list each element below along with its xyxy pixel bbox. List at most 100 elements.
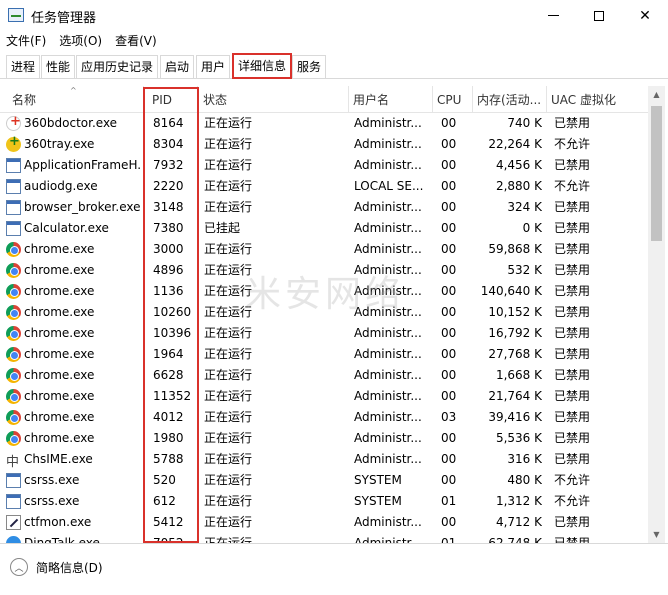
table-row[interactable]: chrome.exe 1136 正在运行 Administr... 00 140,640 … (0, 281, 648, 302)
process-status: 正在运行 (204, 326, 253, 340)
process-status: 正在运行 (204, 137, 253, 151)
process-cpu: 00 (441, 368, 457, 382)
column-cpu[interactable]: CPU (433, 86, 473, 113)
table-row[interactable]: csrss.exe 520 正在运行 SYSTEM 00 480 K 不允许 (0, 470, 648, 491)
process-user: LOCAL SE... (354, 179, 424, 193)
scroll-thumb[interactable] (651, 106, 662, 241)
process-uac: 已禁用 (554, 242, 591, 256)
table-header: 名称 PID 状态 用户名 CPU 内存(活动... UAC 虚拟化 (0, 86, 648, 113)
process-cpu: 00 (441, 284, 457, 298)
process-pid: 6628 (153, 368, 184, 382)
vertical-scrollbar[interactable]: ▲ ▼ (648, 86, 665, 543)
minimize-button[interactable] (530, 0, 576, 31)
process-status: 正在运行 (204, 431, 253, 445)
process-uac: 已禁用 (554, 368, 591, 382)
process-cpu: 01 (441, 536, 457, 543)
table-row[interactable]: chrome.exe 3000 正在运行 Administr... 00 59,868 K… (0, 239, 648, 260)
process-memory: 62,748 K (488, 536, 542, 543)
table-row[interactable]: csrss.exe 612 正在运行 SYSTEM 01 1,312 K 不允许 (0, 491, 648, 512)
table-row[interactable]: chrome.exe 10260 正在运行 Administr... 00 10,152 … (0, 302, 648, 323)
process-status: 已挂起 (204, 221, 241, 235)
process-name: chrome.exe (24, 431, 95, 445)
process-status: 正在运行 (204, 515, 253, 529)
process-user: Administr... (354, 305, 422, 319)
process-uac: 已禁用 (554, 515, 591, 529)
process-status: 正在运行 (204, 389, 253, 403)
table-row[interactable]: ChsIME.exe 5788 正在运行 Administr... 00 316 K 已禁用 (0, 449, 648, 470)
process-uac: 不允许 (554, 494, 591, 508)
tab-bar: 进程 性能 应用历史记录 启动 用户 详细信息 服务 (0, 51, 668, 79)
process-user: Administr... (354, 515, 422, 529)
menu-file[interactable]: 文件(F) (6, 31, 46, 51)
table-row[interactable]: chrome.exe 1980 正在运行 Administr... 00 5,536 K 已… (0, 428, 648, 449)
process-pid: 7380 (153, 221, 184, 235)
table-row[interactable]: Calculator.exe 7380 已挂起 Administr... 00 0 K 已禁… (0, 218, 648, 239)
window-title: 任务管理器 (31, 11, 97, 26)
process-memory: 480 K (507, 473, 542, 487)
table-row[interactable]: ctfmon.exe 5412 正在运行 Administr... 00 4,712 K 已… (0, 512, 648, 533)
menu-view[interactable]: 查看(V) (115, 31, 157, 51)
ime-icon (6, 451, 21, 470)
process-cpu: 00 (441, 473, 457, 487)
table-row[interactable]: chrome.exe 10396 正在运行 Administr... 00 16,792 … (0, 323, 648, 344)
process-uac: 已禁用 (554, 284, 591, 298)
process-uac: 不允许 (554, 473, 591, 487)
process-user: Administr... (354, 221, 422, 235)
process-user: Administr... (354, 158, 422, 172)
process-memory: 59,868 K (488, 242, 542, 256)
process-status: 正在运行 (204, 494, 253, 508)
column-username[interactable]: 用户名 (349, 86, 433, 113)
column-memory[interactable]: 内存(活动... (473, 86, 547, 113)
table-row[interactable]: audiodg.exe 2220 正在运行 LOCAL SE... 00 2,880 K 不… (0, 176, 648, 197)
scroll-down-arrow-icon[interactable]: ▼ (648, 526, 665, 543)
table-row[interactable]: chrome.exe 4896 正在运行 Administr... 00 532 K 已禁用 (0, 260, 648, 281)
chrome-icon (6, 326, 21, 341)
table-row[interactable]: chrome.exe 4012 正在运行 Administr... 03 39,416 K… (0, 407, 648, 428)
column-name[interactable]: 名称 (8, 86, 144, 113)
column-uac[interactable]: UAC 虚拟化 (547, 86, 648, 113)
chrome-icon (6, 305, 21, 320)
scroll-up-arrow-icon[interactable]: ▲ (648, 86, 665, 103)
table-row[interactable]: chrome.exe 1964 正在运行 Administr... 00 27,768 K… (0, 344, 648, 365)
table-row[interactable]: browser_broker.exe 3148 正在运行 Administr... 00… (0, 197, 648, 218)
process-status: 正在运行 (204, 368, 253, 382)
process-user: SYSTEM (354, 494, 402, 508)
table-row[interactable]: 360tray.exe 8304 正在运行 Administr... 00 22,264 … (0, 134, 648, 155)
process-name: audiodg.exe (24, 179, 98, 193)
tab-services[interactable]: 服务 (292, 55, 327, 78)
maximize-button[interactable] (576, 0, 622, 31)
process-status: 正在运行 (204, 284, 253, 298)
table-row[interactable]: chrome.exe 6628 正在运行 Administr... 00 1,668 K 已… (0, 365, 648, 386)
table-row[interactable]: DingTalk.exe 7052 正在运行 Administr... 01 62,748… (0, 533, 648, 543)
process-pid: 1964 (153, 347, 184, 361)
menu-options[interactable]: 选项(O) (59, 31, 102, 51)
table-row[interactable]: 360bdoctor.exe 8164 正在运行 Administr... 00 740 … (0, 113, 648, 134)
tab-users[interactable]: 用户 (196, 55, 231, 78)
process-name: csrss.exe (24, 494, 80, 508)
fewer-details-button[interactable]: ︿ 简略信息(D) (10, 558, 103, 576)
close-button[interactable]: ✕ (622, 0, 668, 31)
process-memory: 532 K (507, 263, 542, 277)
process-name: chrome.exe (24, 368, 95, 382)
table-row[interactable]: ApplicationFrameH... 7932 正在运行 Administr...… (0, 155, 648, 176)
tab-processes[interactable]: 进程 (6, 55, 41, 78)
process-cpu: 00 (441, 221, 457, 235)
tab-app-history[interactable]: 应用历史记录 (76, 55, 159, 78)
process-memory: 39,416 K (488, 410, 542, 424)
process-user: Administr... (354, 284, 422, 298)
process-list: 360bdoctor.exe 8164 正在运行 Administr... 00 740 … (0, 113, 648, 543)
column-pid[interactable]: PID (148, 86, 198, 113)
tab-startup[interactable]: 启动 (160, 55, 195, 78)
column-status[interactable]: 状态 (199, 86, 349, 113)
process-memory: 1,312 K (495, 494, 542, 508)
process-uac: 已禁用 (554, 158, 591, 172)
process-status: 正在运行 (204, 473, 253, 487)
process-uac: 已禁用 (554, 116, 591, 130)
process-name: chrome.exe (24, 242, 95, 256)
process-user: Administr... (354, 368, 422, 382)
table-row[interactable]: chrome.exe 11352 正在运行 Administr... 00 21,764 … (0, 386, 648, 407)
tab-details[interactable]: 详细信息 (232, 53, 293, 79)
process-cpu: 00 (441, 179, 457, 193)
tab-performance[interactable]: 性能 (41, 55, 76, 78)
process-status: 正在运行 (204, 179, 253, 193)
